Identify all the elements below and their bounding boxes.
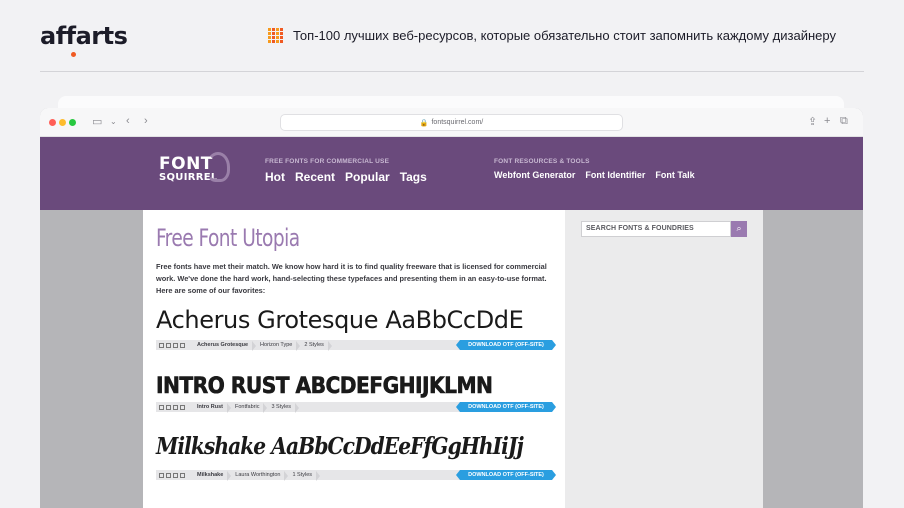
download-button[interactable]: DOWNLOAD OTF (OFF-SITE) — [456, 340, 556, 350]
minimize-window-button[interactable] — [59, 119, 66, 126]
nav-popular[interactable]: Popular — [345, 170, 390, 184]
font-name-link[interactable]: Acherus Grotesque — [191, 341, 257, 351]
article-headline[interactable]: Топ-100 лучших веб-ресурсов, которые обя… — [268, 28, 836, 43]
divider — [40, 71, 864, 72]
back-icon[interactable]: ‹ — [126, 115, 130, 127]
search-input[interactable]: SEARCH FONTS & FOUNDRIES — [581, 221, 731, 237]
foundry-link[interactable]: Horizon Type — [254, 341, 301, 351]
browser-window: ▭ ⌄ ‹ › 🔒 fontsquirrel.com/ ⇪ + ⧉ FONT S… — [40, 108, 863, 508]
zoom-window-button[interactable] — [69, 119, 76, 126]
sidebar: SEARCH FONTS & FOUNDRIES ⌕ — [565, 210, 763, 508]
platform-icons — [159, 404, 185, 410]
download-button[interactable]: DOWNLOAD OTF (OFF-SITE) — [456, 470, 556, 480]
font-sample[interactable]: Milkshake AaBbCcDdEeFfGgHhIiJj — [156, 433, 524, 460]
nav-font-identifier[interactable]: Font Identifier — [585, 170, 645, 180]
font-sample[interactable]: INTRO RUST ABCDEFGHIJKLMN — [156, 374, 494, 400]
forward-icon[interactable]: › — [144, 115, 148, 127]
site-header: FONT SQUIRREL FREE FONTS FOR COMMERCIAL … — [40, 137, 863, 210]
close-window-button[interactable] — [49, 119, 56, 126]
squirrel-tail-icon — [206, 152, 230, 182]
foundry-link[interactable]: Fontfabric — [229, 403, 268, 413]
font-sample[interactable]: Acherus Grotesque AaBbCcDdE — [156, 306, 524, 334]
download-button[interactable]: DOWNLOAD OTF (OFF-SITE) — [456, 402, 556, 412]
nav-free-fonts: FREE FONTS FOR COMMERCIAL USE Hot Recent… — [265, 158, 427, 184]
font-info-bar: Intro Rust Fontfabric 3 Styles DOWNLOAD … — [156, 402, 556, 413]
font-name-link[interactable]: Intro Rust — [191, 403, 231, 413]
logo-dot — [71, 52, 76, 57]
nav-recent[interactable]: Recent — [295, 170, 335, 184]
headline-text: Топ-100 лучших веб-ресурсов, которые обя… — [293, 28, 836, 43]
grid-icon — [268, 28, 283, 43]
nav-webfont-generator[interactable]: Webfont Generator — [494, 170, 575, 180]
address-bar[interactable]: 🔒 fontsquirrel.com/ — [280, 114, 623, 131]
nav-font-talk[interactable]: Font Talk — [655, 170, 694, 180]
search-icon[interactable]: ⌕ — [731, 221, 747, 237]
nav-hot[interactable]: Hot — [265, 170, 285, 184]
sidebar-icon[interactable]: ▭ — [92, 115, 102, 128]
new-tab-icon[interactable]: + — [824, 115, 830, 127]
nav-resources: FONT RESOURCES & TOOLS Webfont Generator… — [494, 158, 695, 180]
tabs-overview-icon[interactable]: ⧉ — [840, 115, 848, 128]
nav-tags[interactable]: Tags — [400, 170, 427, 184]
font-info-bar: Acherus Grotesque Horizon Type 2 Styles … — [156, 340, 556, 351]
fontsquirrel-logo[interactable]: FONT SQUIRREL — [159, 152, 230, 183]
foundry-link[interactable]: Laura Worthington — [229, 471, 289, 481]
page-title: Free Font Utopia — [156, 224, 300, 252]
platform-icons — [159, 342, 185, 348]
platform-icons — [159, 472, 185, 478]
styles-count[interactable]: 3 Styles — [265, 403, 299, 413]
url-text: fontsquirrel.com/ — [431, 119, 484, 126]
font-name-link[interactable]: Milkshake — [191, 471, 232, 481]
intro-text: Free fonts have met their match. We know… — [156, 262, 547, 295]
styles-count[interactable]: 2 Styles — [298, 341, 332, 351]
share-icon[interactable]: ⇪ — [808, 115, 817, 128]
main-content: Free Font Utopia Free fonts have met the… — [143, 210, 565, 508]
font-info-bar: Milkshake Laura Worthington 1 Styles DOW… — [156, 470, 556, 481]
styles-count[interactable]: 1 Styles — [286, 471, 320, 481]
lock-icon: 🔒 — [419, 119, 429, 127]
chevron-down-icon[interactable]: ⌄ — [110, 117, 117, 126]
affarts-logo[interactable]: affarts — [40, 22, 128, 57]
browser-toolbar: ▭ ⌄ ‹ › 🔒 fontsquirrel.com/ ⇪ + ⧉ — [40, 108, 863, 137]
